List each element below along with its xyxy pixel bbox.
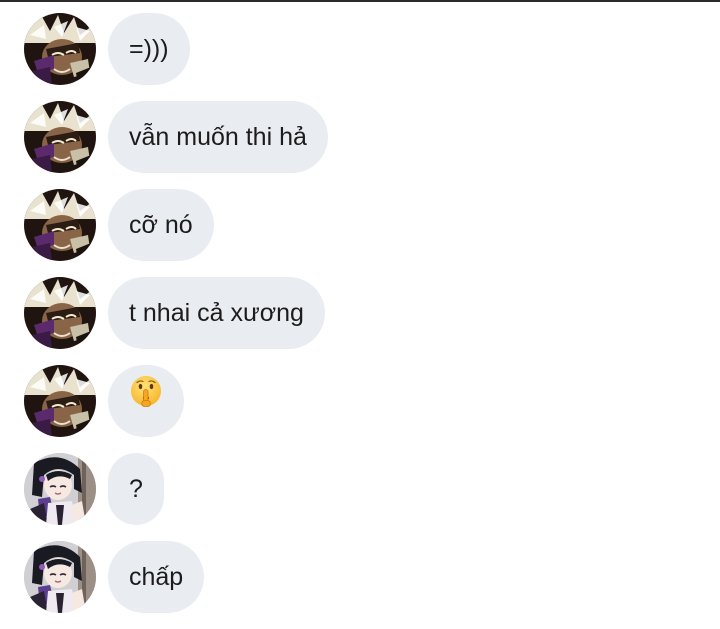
avatar-image <box>24 541 96 613</box>
avatar-image <box>24 453 96 525</box>
message-text: cỡ nó <box>129 211 193 239</box>
avatar-image <box>24 277 96 349</box>
message-row <box>0 365 720 437</box>
avatar-image <box>24 101 96 173</box>
message-bubble[interactable]: =))) <box>108 13 190 85</box>
chat-thread: =))) vẫn muốn thi hả cỡ nó t nhai cả xươ… <box>0 13 720 629</box>
message-bubble[interactable]: vẫn muốn thi hả <box>108 101 328 173</box>
avatar[interactable] <box>24 13 96 85</box>
message-row: cỡ nó <box>0 189 720 261</box>
message-row: vẫn muốn thi hả <box>0 101 720 173</box>
avatar[interactable] <box>24 101 96 173</box>
message-text: vẫn muốn thi hả <box>129 123 307 151</box>
message-text: =))) <box>129 35 169 63</box>
message-text: ? <box>129 475 143 503</box>
avatar-image <box>24 13 96 85</box>
message-bubble[interactable]: cỡ nó <box>108 189 214 261</box>
message-bubble[interactable]: ? <box>108 453 164 525</box>
avatar-image <box>24 365 96 437</box>
message-bubble[interactable]: t nhai cả xương <box>108 277 325 349</box>
message-text: t nhai cả xương <box>129 299 304 327</box>
message-bubble[interactable] <box>108 365 184 437</box>
avatar-image <box>24 189 96 261</box>
message-row: =))) <box>0 13 720 85</box>
message-row: ? <box>0 453 720 525</box>
message-text: chấp <box>129 563 184 591</box>
avatar[interactable] <box>24 277 96 349</box>
shushing-face-emoji <box>129 364 163 436</box>
avatar[interactable] <box>24 189 96 261</box>
avatar[interactable] <box>24 453 96 525</box>
message-bubble[interactable]: chấp <box>108 541 205 613</box>
message-row: chấp <box>0 541 720 613</box>
message-row: t nhai cả xương <box>0 277 720 349</box>
avatar[interactable] <box>24 541 96 613</box>
avatar[interactable] <box>24 365 96 437</box>
top-divider <box>0 0 720 2</box>
